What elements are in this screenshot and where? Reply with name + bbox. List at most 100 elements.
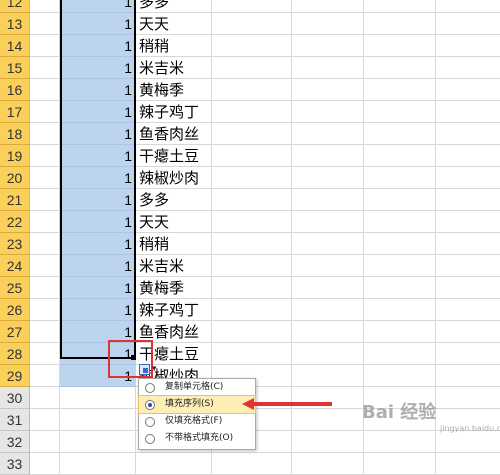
cell-a[interactable] [30, 167, 60, 189]
cell-value[interactable]: 1 [60, 167, 136, 189]
cell-value[interactable] [60, 453, 136, 475]
cell-a[interactable] [30, 387, 60, 409]
row-header[interactable]: 33 [0, 453, 30, 475]
cell-a[interactable] [30, 145, 60, 167]
cell-value[interactable] [60, 387, 136, 409]
cell-a[interactable] [30, 233, 60, 255]
cell-empty[interactable] [212, 277, 292, 299]
cell-empty[interactable] [292, 35, 364, 57]
cell-empty[interactable] [436, 211, 500, 233]
cell-empty[interactable] [292, 365, 364, 387]
radio-icon[interactable] [145, 383, 155, 393]
cell-value[interactable]: 1 [60, 13, 136, 35]
cell-empty[interactable] [212, 0, 292, 13]
menu-item[interactable]: 填充序列(S) [138, 395, 256, 414]
cell-value[interactable]: 1 [60, 365, 136, 387]
cell-empty[interactable] [364, 101, 436, 123]
row-header[interactable]: 12 [0, 0, 30, 13]
row-header[interactable]: 31 [0, 409, 30, 431]
cell-empty[interactable] [292, 343, 364, 365]
cell-empty[interactable] [436, 431, 500, 453]
cell-empty[interactable] [292, 167, 364, 189]
cell-empty[interactable] [292, 321, 364, 343]
cell-empty[interactable] [212, 233, 292, 255]
cell-empty[interactable] [364, 35, 436, 57]
cell-empty[interactable] [364, 299, 436, 321]
cell-a[interactable] [30, 365, 60, 387]
cell-a[interactable] [30, 57, 60, 79]
cell-a[interactable] [30, 79, 60, 101]
row-header[interactable]: 25 [0, 277, 30, 299]
row-header[interactable]: 29 [0, 365, 30, 387]
cell-empty[interactable] [364, 211, 436, 233]
cell-a[interactable] [30, 101, 60, 123]
cell-value[interactable]: 1 [60, 233, 136, 255]
cell-a[interactable] [30, 211, 60, 233]
cell-empty[interactable] [436, 277, 500, 299]
cell-text[interactable]: 米吉米 [136, 57, 212, 79]
cell-empty[interactable] [436, 233, 500, 255]
radio-icon[interactable] [145, 400, 155, 410]
cell-value[interactable] [60, 409, 136, 431]
row-header[interactable]: 32 [0, 431, 30, 453]
cell-a[interactable] [30, 277, 60, 299]
cell-text[interactable]: 辣子鸡丁 [136, 299, 212, 321]
cell-value[interactable] [60, 431, 136, 453]
cell-empty[interactable] [436, 321, 500, 343]
cell-empty[interactable] [436, 57, 500, 79]
cell-empty[interactable] [436, 189, 500, 211]
cell-empty[interactable] [436, 35, 500, 57]
cell-empty[interactable] [364, 321, 436, 343]
cell-empty[interactable] [292, 233, 364, 255]
cell-empty[interactable] [436, 343, 500, 365]
cell-empty[interactable] [364, 189, 436, 211]
row-header[interactable]: 16 [0, 79, 30, 101]
row-header[interactable]: 24 [0, 255, 30, 277]
cell-empty[interactable] [364, 277, 436, 299]
cell-text[interactable]: 天天 [136, 211, 212, 233]
cell-empty[interactable] [212, 211, 292, 233]
cell-text[interactable]: 天天 [136, 13, 212, 35]
cell-empty[interactable] [292, 453, 364, 475]
cell-empty[interactable] [364, 255, 436, 277]
cell-value[interactable]: 1 [60, 211, 136, 233]
cell-empty[interactable] [436, 145, 500, 167]
cell-value[interactable]: 1 [60, 35, 136, 57]
menu-item[interactable]: 不带格式填充(O) [139, 430, 255, 447]
cell-empty[interactable] [436, 13, 500, 35]
cell-empty[interactable] [364, 233, 436, 255]
cell-a[interactable] [30, 189, 60, 211]
cell-text[interactable]: 黄梅季 [136, 79, 212, 101]
cell-empty[interactable] [212, 145, 292, 167]
cell-empty[interactable] [212, 35, 292, 57]
row-header[interactable]: 26 [0, 299, 30, 321]
cell-a[interactable] [30, 321, 60, 343]
cell-text[interactable]: 稍稍 [136, 233, 212, 255]
cell-a[interactable] [30, 299, 60, 321]
cell-empty[interactable] [292, 57, 364, 79]
cell-value[interactable]: 1 [60, 57, 136, 79]
cell-value[interactable]: 1 [60, 123, 136, 145]
cell-empty[interactable] [292, 101, 364, 123]
row-header[interactable]: 17 [0, 101, 30, 123]
cell-empty[interactable] [212, 255, 292, 277]
cell-value[interactable]: 1 [60, 299, 136, 321]
cell-empty[interactable] [436, 299, 500, 321]
cell-a[interactable] [30, 255, 60, 277]
radio-icon[interactable] [145, 417, 155, 427]
row-header[interactable]: 20 [0, 167, 30, 189]
cell-empty[interactable] [292, 123, 364, 145]
row-header[interactable]: 21 [0, 189, 30, 211]
cell-empty[interactable] [292, 409, 364, 431]
cell-empty[interactable] [364, 79, 436, 101]
cell-value[interactable]: 1 [60, 0, 136, 13]
cell-text[interactable]: 多多 [136, 189, 212, 211]
cell-empty[interactable] [364, 123, 436, 145]
cell-empty[interactable] [212, 343, 292, 365]
cell-empty[interactable] [292, 13, 364, 35]
cell-empty[interactable] [292, 277, 364, 299]
cell-a[interactable] [30, 35, 60, 57]
cell-text[interactable]: 干瘪土豆 [136, 145, 212, 167]
cell-a[interactable] [30, 13, 60, 35]
cell-text[interactable]: 鱼香肉丝 [136, 321, 212, 343]
